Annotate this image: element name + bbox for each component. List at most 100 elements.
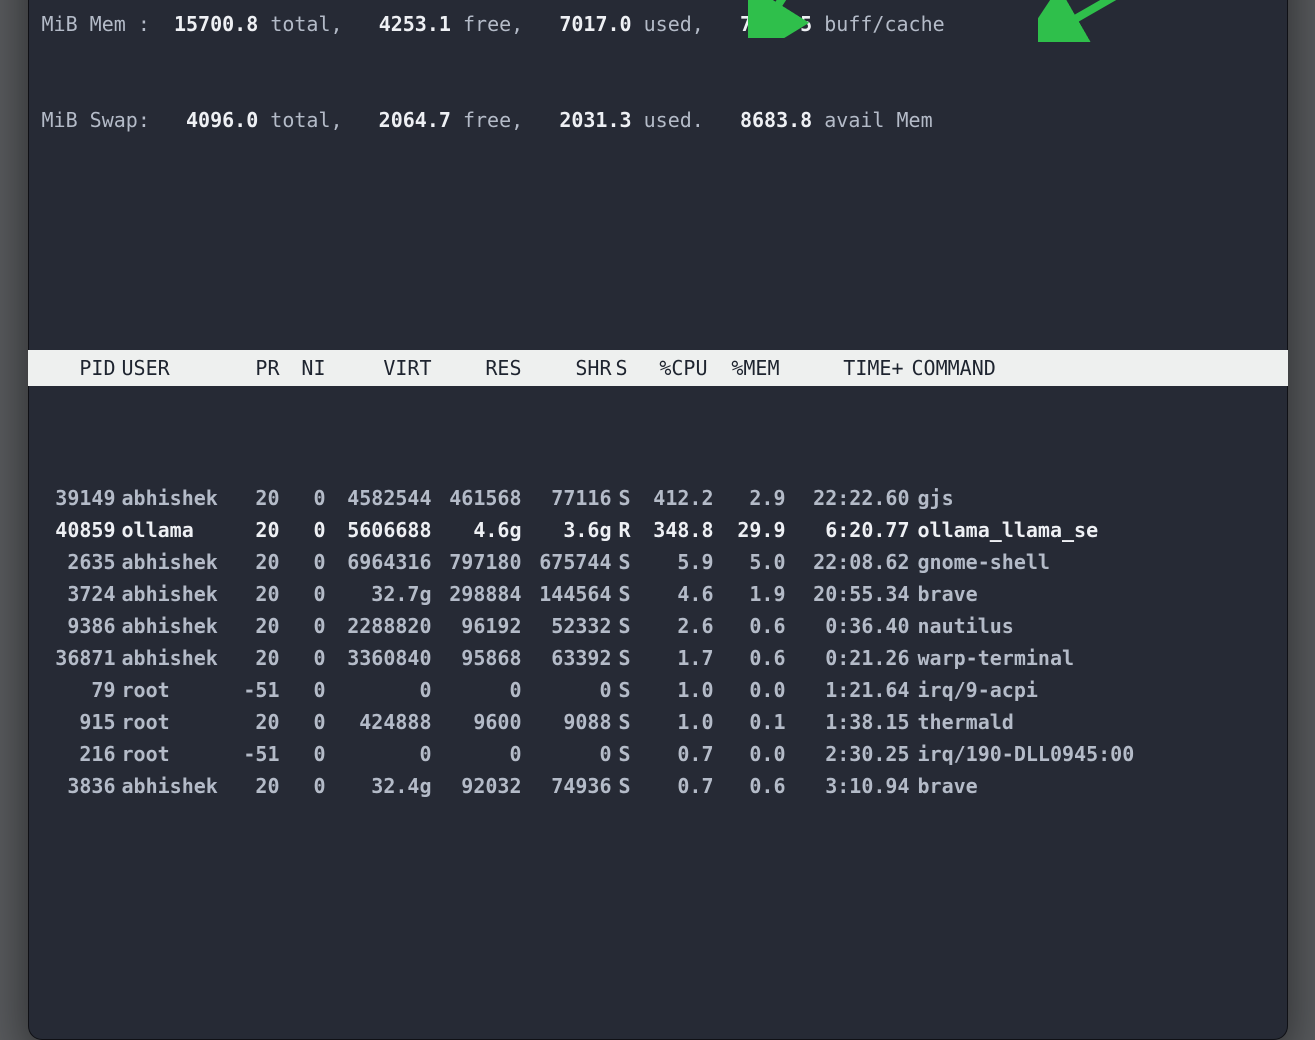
terminal-output[interactable]: ~ top MiB Mem : 15700.8 total, 4253.1 fr… [28, 0, 1288, 1040]
cell-mem: 0.6 [714, 610, 786, 642]
cell-time: 3:10.94 [786, 770, 910, 802]
cell-mem: 5.0 [714, 546, 786, 578]
cell-pid: 36871 [42, 642, 116, 674]
cell-res: 0 [432, 674, 522, 706]
cell-res: 298884 [432, 578, 522, 610]
cell-cmd: ollama_llama_se [910, 514, 1280, 546]
process-row[interactable]: 915root20042488896009088S1.00.11:38.15th… [42, 706, 1280, 738]
cell-cmd: nautilus [910, 610, 1280, 642]
cell-res: 96192 [432, 610, 522, 642]
cell-virt: 32.4g [326, 770, 432, 802]
cell-shr: 0 [522, 674, 612, 706]
cell-pr: 20 [230, 610, 280, 642]
cell-ni: 0 [280, 674, 326, 706]
cell-mem: 29.9 [714, 514, 786, 546]
cell-virt: 0 [326, 674, 432, 706]
cell-virt: 5606688 [326, 514, 432, 546]
col-s[interactable]: S [612, 352, 632, 384]
cell-user: abhishek [116, 578, 230, 610]
col-time[interactable]: TIME+ [780, 352, 904, 384]
cell-user: abhishek [116, 546, 230, 578]
cell-res: 9600 [432, 706, 522, 738]
cell-user: abhishek [116, 482, 230, 514]
cell-cmd: brave [910, 578, 1280, 610]
cell-cpu: 5.9 [638, 546, 714, 578]
cell-s: S [612, 546, 638, 578]
cell-mem: 2.9 [714, 482, 786, 514]
cell-cmd: thermald [910, 706, 1280, 738]
cell-user: ollama [116, 514, 230, 546]
swap-line: MiB Swap: 4096.0 total, 2064.7 free, 203… [42, 104, 1280, 136]
col-cpu[interactable]: %CPU [632, 352, 708, 384]
col-res[interactable]: RES [432, 352, 522, 384]
process-row[interactable]: 40859ollama20056066884.6g3.6gR348.829.96… [42, 514, 1280, 546]
cell-cpu: 1.0 [638, 674, 714, 706]
process-row[interactable]: 9386abhishek20022888209619252332S2.60.60… [42, 610, 1280, 642]
col-cmd[interactable]: COMMAND [904, 352, 1280, 384]
cell-s: S [612, 674, 638, 706]
cell-time: 0:21.26 [786, 642, 910, 674]
col-pr[interactable]: PR [230, 352, 280, 384]
cell-pid: 915 [42, 706, 116, 738]
cell-pid: 216 [42, 738, 116, 770]
cell-shr: 3.6g [522, 514, 612, 546]
cell-virt: 6964316 [326, 546, 432, 578]
cell-time: 22:08.62 [786, 546, 910, 578]
cell-pr: 20 [230, 770, 280, 802]
cell-s: S [612, 578, 638, 610]
cell-res: 95868 [432, 642, 522, 674]
cell-pr: 20 [230, 642, 280, 674]
cell-user: abhishek [116, 610, 230, 642]
cell-time: 1:21.64 [786, 674, 910, 706]
cell-time: 0:36.40 [786, 610, 910, 642]
col-user[interactable]: USER [116, 352, 230, 384]
cell-shr: 675744 [522, 546, 612, 578]
terminal-window: ollama run llama2 ✕ top + ~ top MiB Mem … [28, 0, 1288, 1040]
cell-cmd: irq/9-acpi [910, 674, 1280, 706]
cell-shr: 52332 [522, 610, 612, 642]
process-row[interactable]: 36871abhishek20033608409586863392S1.70.6… [42, 642, 1280, 674]
cell-pr: 20 [230, 706, 280, 738]
cell-time: 1:38.15 [786, 706, 910, 738]
cell-s: S [612, 642, 638, 674]
cell-pr: 20 [230, 546, 280, 578]
cell-res: 0 [432, 738, 522, 770]
cell-ni: 0 [280, 482, 326, 514]
cell-shr: 144564 [522, 578, 612, 610]
cell-ni: 0 [280, 770, 326, 802]
cell-mem: 0.6 [714, 642, 786, 674]
cell-res: 797180 [432, 546, 522, 578]
cell-ni: 0 [280, 514, 326, 546]
cell-mem: 0.0 [714, 738, 786, 770]
cell-cpu: 2.6 [638, 610, 714, 642]
cell-ni: 0 [280, 706, 326, 738]
process-list: 39149abhishek200458254446156877116S412.2… [42, 482, 1280, 802]
cell-pr: -51 [230, 738, 280, 770]
col-shr[interactable]: SHR [522, 352, 612, 384]
cell-s: S [612, 738, 638, 770]
col-pid[interactable]: PID [42, 352, 116, 384]
cell-pid: 9386 [42, 610, 116, 642]
cell-pid: 79 [42, 674, 116, 706]
process-row[interactable]: 216root-510000S0.70.02:30.25irq/190-DLL0… [42, 738, 1280, 770]
process-row[interactable]: 39149abhishek200458254446156877116S412.2… [42, 482, 1280, 514]
cell-mem: 0.6 [714, 770, 786, 802]
col-ni[interactable]: NI [280, 352, 326, 384]
process-row[interactable]: 3836abhishek20032.4g9203274936S0.70.63:1… [42, 770, 1280, 802]
process-row[interactable]: 2635abhishek2006964316797180675744S5.95.… [42, 546, 1280, 578]
cell-pid: 3836 [42, 770, 116, 802]
process-row[interactable]: 79root-510000S1.00.01:21.64irq/9-acpi [42, 674, 1280, 706]
cell-time: 20:55.34 [786, 578, 910, 610]
cell-pr: -51 [230, 674, 280, 706]
cell-virt: 2288820 [326, 610, 432, 642]
cell-time: 6:20.77 [786, 514, 910, 546]
cell-shr: 63392 [522, 642, 612, 674]
cell-res: 92032 [432, 770, 522, 802]
cell-ni: 0 [280, 642, 326, 674]
process-row[interactable]: 3724abhishek20032.7g298884144564S4.61.92… [42, 578, 1280, 610]
col-virt[interactable]: VIRT [326, 352, 432, 384]
col-mem[interactable]: %MEM [708, 352, 780, 384]
cell-ni: 0 [280, 546, 326, 578]
cell-mem: 0.0 [714, 674, 786, 706]
process-header[interactable]: PID USER PR NI VIRT RES SHR S %CPU %MEM … [28, 350, 1288, 386]
